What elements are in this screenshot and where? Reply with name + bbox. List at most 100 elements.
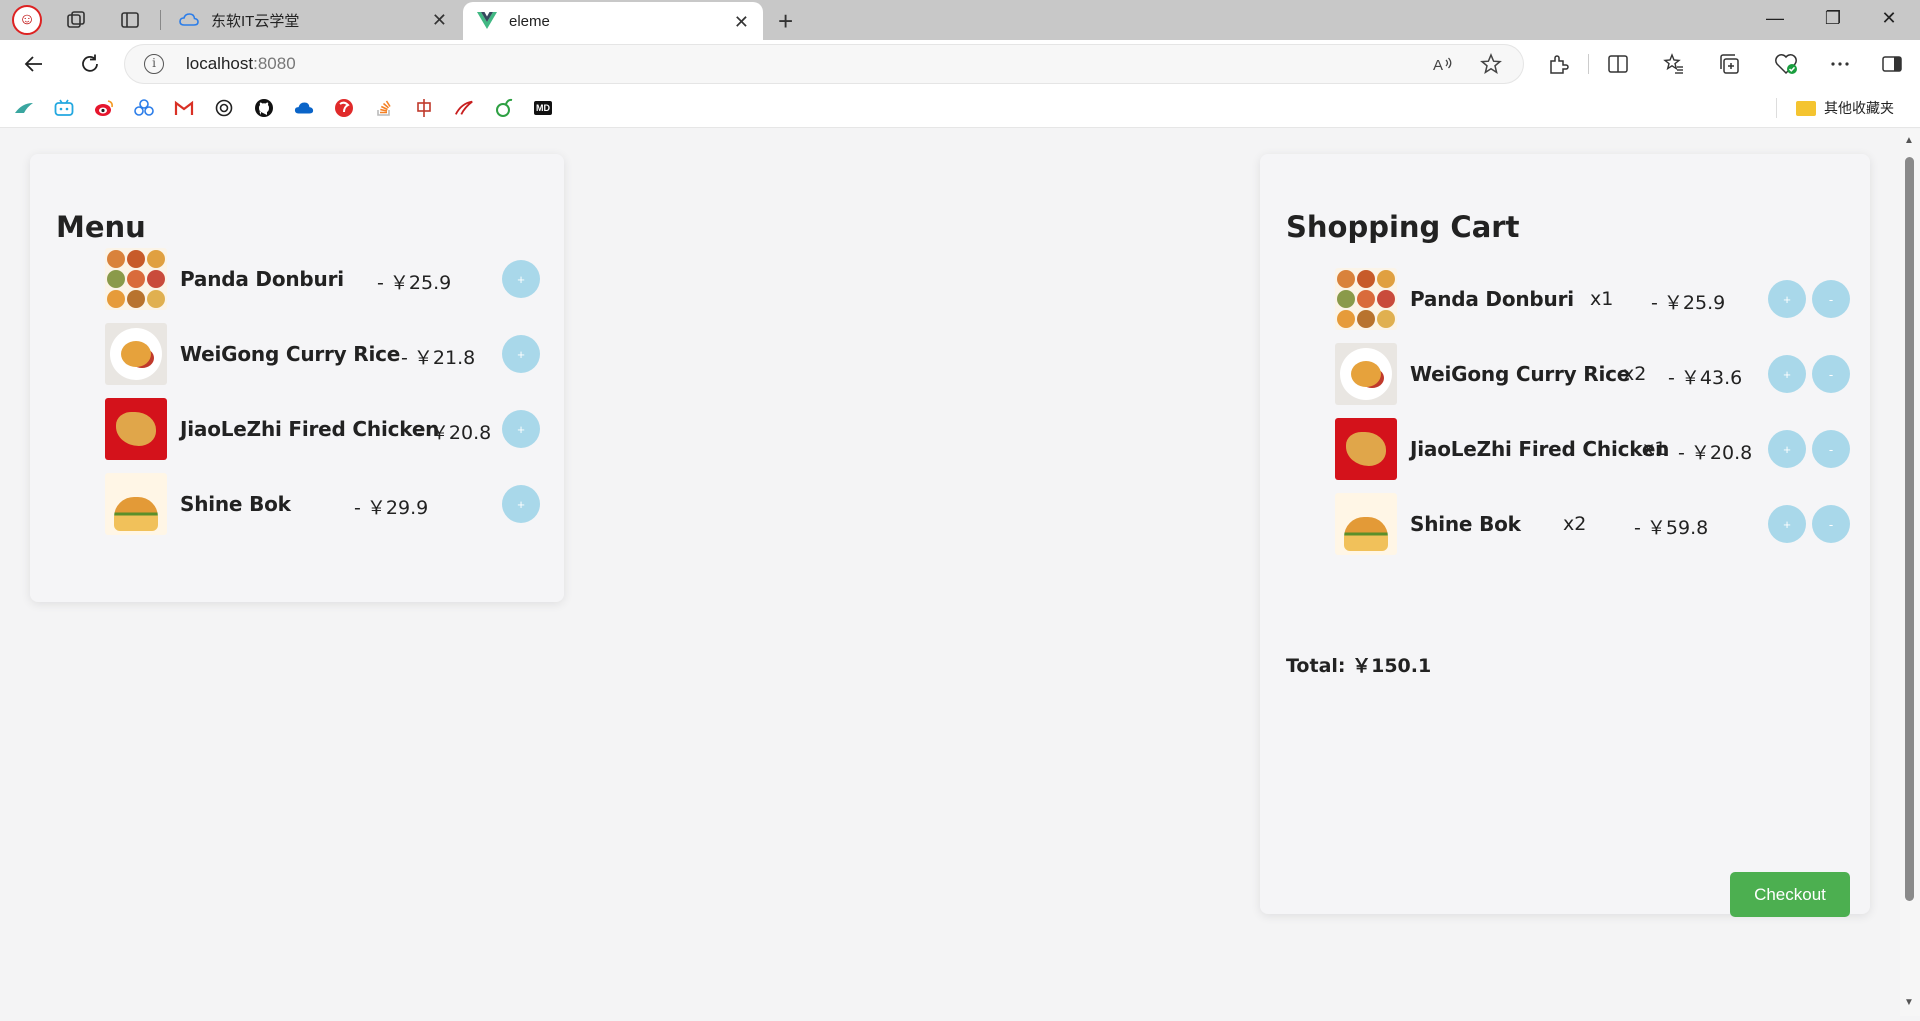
feather-icon[interactable] [14,98,34,118]
red-swoosh-icon[interactable] [454,98,474,118]
decrease-quantity-button[interactable]: - [1812,430,1850,468]
tab-title: 东软IT云学堂 [211,12,300,30]
fried-chicken-image [1335,418,1397,480]
cart-item-name: Shine Bok [1410,512,1521,536]
tab-dongruan[interactable]: 东软IT云学堂 ✕ [165,0,461,40]
collections-icon[interactable] [1718,52,1742,76]
scroll-down-icon[interactable]: ▼ [1904,997,1914,1008]
increase-quantity-button[interactable]: + [1768,430,1806,468]
close-tab-icon[interactable]: ✕ [734,12,749,33]
increase-quantity-button[interactable]: + [1768,280,1806,318]
extensions-icon[interactable] [1546,52,1570,76]
add-to-cart-button[interactable]: + [502,260,540,298]
fried-chicken-image [105,398,167,460]
close-window-icon[interactable]: ✕ [1866,8,1912,29]
favorite-star-icon[interactable] [1480,53,1502,75]
site-info-icon[interactable]: i [144,54,164,74]
new-tab-icon[interactable]: + [778,6,793,37]
read-aloud-icon[interactable]: A [1432,53,1454,75]
browser-essentials-icon[interactable] [1774,52,1798,76]
panda-donburi-image [105,248,167,310]
cart-item-price: - ￥43.6 [1668,367,1743,389]
menu-item-price: - ￥20.8 [417,422,492,444]
page-scrollbar[interactable]: ▲ ▼ [1900,129,1920,1016]
github-icon[interactable] [254,98,274,118]
menu-item-price: - ￥29.9 [354,497,429,519]
menu-item: WeiGong Curry Rice - ￥21.8 + [30,323,564,385]
openai-icon[interactable] [214,98,234,118]
bookmarks-bar: MD 其他收藏夹 [0,88,1920,128]
browser-toolbar: i localhost:8080 A [0,40,1920,88]
tab-bar: ☺ 东软IT云学堂 ✕ eleme ✕ + — ❐ ✕ [0,0,1920,40]
curry-rice-image [1335,343,1397,405]
favorites-icon[interactable] [1662,52,1686,76]
add-to-cart-button[interactable]: + [502,335,540,373]
workspaces-icon[interactable] [66,10,86,30]
scroll-up-icon[interactable]: ▲ [1904,135,1914,146]
cart-item-quantity: x1 [1643,438,1667,460]
svg-text:A: A [1433,57,1443,74]
gmail-icon[interactable] [174,98,194,118]
weibo-icon[interactable] [94,98,114,118]
decrease-quantity-button[interactable]: - [1812,505,1850,543]
scrollbar-thumb[interactable] [1905,157,1914,901]
more-options-icon[interactable] [1828,52,1852,76]
refresh-icon[interactable] [76,50,104,78]
stackoverflow-icon[interactable] [374,98,394,118]
menu-item: JiaoLeZhi Fired Chicken - ￥20.8 + [30,398,564,460]
close-tab-icon[interactable]: ✕ [432,10,447,31]
other-bookmarks-folder[interactable]: 其他收藏夹 [1796,96,1894,120]
md-icon[interactable]: MD [534,101,552,115]
menu-item-price: - ￥21.8 [401,347,476,369]
vue-logo-icon [477,11,497,31]
minimize-icon[interactable]: — [1752,8,1798,29]
tab-eleme[interactable]: eleme ✕ [463,2,763,40]
curry-rice-image [105,323,167,385]
panda-donburi-image [1335,268,1397,330]
sidebar-toggle-icon[interactable] [1880,52,1904,76]
cart-item: Panda Donburi x1 - ￥25.9 + - [1260,268,1870,330]
add-to-cart-button[interactable]: + [502,485,540,523]
menu-item: Panda Donburi - ￥25.9 + [30,248,564,310]
menu-item-name: JiaoLeZhi Fired Chicken [180,417,440,441]
back-icon[interactable] [20,50,48,78]
other-bookmarks-label: 其他收藏夹 [1824,100,1894,116]
cart-item-price: - ￥25.9 [1651,292,1726,314]
cart-item-quantity: x2 [1563,513,1587,535]
url-text[interactable]: localhost:8080 [186,54,296,74]
address-bar[interactable]: i localhost:8080 A [124,44,1524,84]
cart-item-price: - ￥20.8 [1678,442,1753,464]
menu-item-name: Panda Donburi [180,267,344,291]
cart-item-name: JiaoLeZhi Fired Chicken [1410,437,1670,461]
cloud-icon [179,10,199,30]
green-leaf-icon[interactable] [494,98,514,118]
red-circle-icon[interactable] [334,98,354,118]
profile-avatar[interactable]: ☺ [12,5,42,35]
checkout-button[interactable]: Checkout [1730,872,1850,917]
folder-icon [1796,100,1816,116]
decrease-quantity-button[interactable]: - [1812,355,1850,393]
vertical-tabs-icon[interactable] [120,10,140,30]
cloud-service-icon[interactable] [134,98,154,118]
tab-title: eleme [509,12,550,30]
cart-item: JiaoLeZhi Fired Chicken x1 - ￥20.8 + - [1260,418,1870,480]
add-to-cart-button[interactable]: + [502,410,540,448]
decrease-quantity-button[interactable]: - [1812,280,1850,318]
chinese-char-icon[interactable] [414,98,434,118]
menu-item-price: - ￥25.9 [377,272,452,294]
cart-item: WeiGong Curry Rice x2 - ￥43.6 + - [1260,343,1870,405]
increase-quantity-button[interactable]: + [1768,505,1806,543]
page-viewport: Menu Panda Donburi - ￥25.9 + WeiGong Cur… [4,129,1900,1016]
bilibili-icon[interactable] [54,98,74,118]
increase-quantity-button[interactable]: + [1768,355,1806,393]
menu-item: Shine Bok - ￥29.9 + [30,473,564,535]
cart-title: Shopping Cart [1286,210,1520,244]
split-screen-icon[interactable] [1606,52,1630,76]
bookmarks-separator [1776,98,1777,118]
onedrive-icon[interactable] [294,98,314,118]
restore-icon[interactable]: ❐ [1810,8,1856,29]
menu-card: Menu Panda Donburi - ￥25.9 + WeiGong Cur… [30,154,564,602]
shine-bok-image [1335,493,1397,555]
menu-item-name: Shine Bok [180,492,291,516]
shopping-cart-card: Shopping Cart Panda Donburi x1 - ￥25.9 +… [1260,154,1870,917]
